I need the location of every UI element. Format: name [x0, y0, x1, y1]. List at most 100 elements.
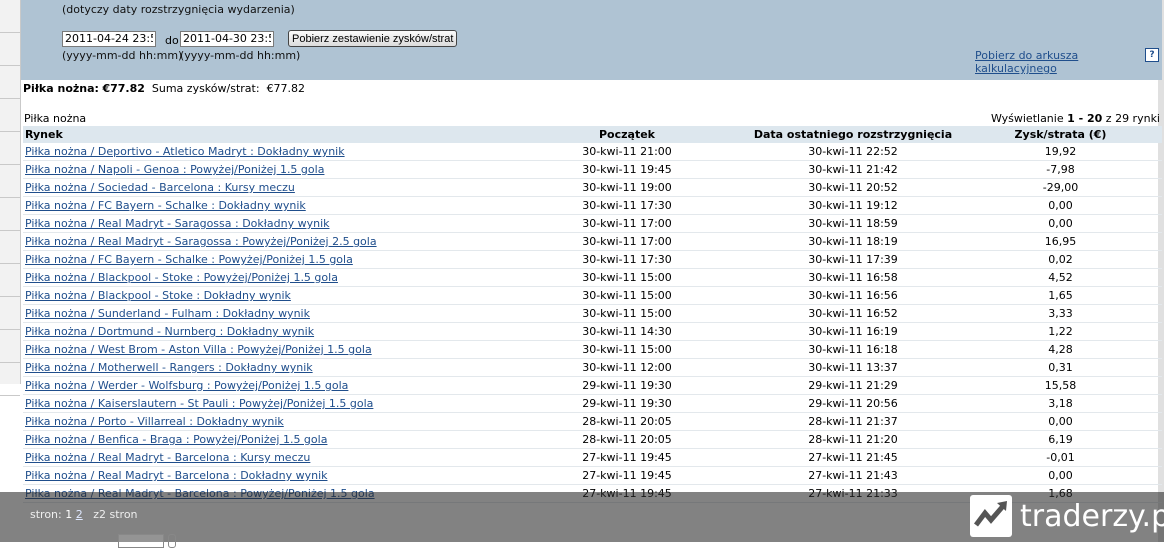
table-row: Piłka nożna / Sunderland - Fulham : Dokł…	[23, 304, 1162, 323]
profit-loss-cell: 16,95	[959, 232, 1162, 251]
table-category: Piłka nożna	[24, 112, 87, 125]
market-cell: Piłka nożna / Dortmund - Nurnberg : Dokł…	[23, 322, 507, 341]
market-link[interactable]: Piłka nożna / West Brom - Aston Villa : …	[25, 343, 372, 356]
settled-cell: 30-kwi-11 16:58	[747, 268, 959, 287]
market-cell: Piłka nożna / Werder - Wolfsburg : Powyż…	[23, 376, 507, 395]
market-cell: Piłka nożna / Benfica - Braga : Powyżej/…	[23, 430, 507, 449]
start-cell: 30-kwi-11 19:45	[507, 160, 747, 179]
table-row: Piłka nożna / Blackpool - Stoke : Dokład…	[23, 286, 1162, 305]
date-to-input[interactable]	[180, 31, 274, 47]
date-from-input[interactable]	[62, 31, 156, 47]
start-cell: 30-kwi-11 15:00	[507, 340, 747, 359]
start-cell: 30-kwi-11 15:00	[507, 304, 747, 323]
table-header-row: Rynek Początek Data ostatniego rozstrzyg…	[23, 126, 1162, 143]
profit-loss-cell: 6,19	[959, 430, 1162, 449]
results-count: Wyświetlanie 1 - 20 z 29 rynki	[991, 112, 1160, 125]
date-from-hint: (yyyy-mm-dd hh:mm)	[62, 49, 183, 62]
market-link[interactable]: Piłka nożna / FC Bayern - Schalke : Dokł…	[25, 199, 306, 212]
market-cell: Piłka nożna / Real Madryt - Saragossa : …	[23, 232, 507, 251]
table-row: Piłka nożna / Real Madryt - Barcelona : …	[23, 448, 1162, 467]
table-row: Piłka nożna / Sociedad - Barcelona : Kur…	[23, 178, 1162, 197]
market-cell: Piłka nożna / Sociedad - Barcelona : Kur…	[23, 178, 507, 197]
settled-cell: 30-kwi-11 16:52	[747, 304, 959, 323]
market-link[interactable]: Piłka nożna / Real Madryt - Saragossa : …	[25, 217, 330, 230]
market-cell: Piłka nożna / Real Madryt - Barcelona : …	[23, 448, 507, 467]
column-header-start[interactable]: Początek	[507, 126, 747, 143]
filter-note: (dotyczy daty rozstrzygnięcia wydarzenia…	[62, 3, 295, 16]
column-header-profit-loss[interactable]: Zysk/strata (€)	[959, 126, 1162, 143]
profit-loss-cell: 0,00	[959, 412, 1162, 431]
settled-cell: 30-kwi-11 17:39	[747, 250, 959, 269]
left-sidebar-strip	[0, 0, 21, 396]
profit-loss-cell: 4,28	[959, 340, 1162, 359]
settled-cell: 30-kwi-11 19:12	[747, 196, 959, 215]
profit-loss-cell: 3,18	[959, 394, 1162, 413]
market-link[interactable]: Piłka nożna / Sociedad - Barcelona : Kur…	[25, 181, 295, 194]
table-row: Piłka nożna / FC Bayern - Schalke : Dokł…	[23, 196, 1162, 215]
help-icon[interactable]: ?	[1145, 48, 1159, 62]
export-spreadsheet-link[interactable]: Pobierz do arkusza kalkulacyjnego	[975, 49, 1162, 75]
markets-table: Rynek Początek Data ostatniego rozstrzyg…	[23, 126, 1162, 503]
profit-summary: Piłka nożna: €77.82 Suma zysków/strat: €…	[23, 82, 305, 95]
sum-value: €77.82	[266, 82, 306, 95]
sum-label: Suma zysków/strat:	[151, 82, 260, 95]
market-cell: Piłka nożna / Porto - Villarreal : Dokła…	[23, 412, 507, 431]
watermark-brand: traderzy.pl	[1020, 499, 1164, 534]
market-link[interactable]: Piłka nożna / FC Bayern - Schalke : Powy…	[25, 253, 353, 266]
goto-page-button[interactable]	[168, 534, 176, 548]
market-cell: Piłka nożna / Kaiserslautern - St Pauli …	[23, 394, 507, 413]
fetch-report-button[interactable]: Pobierz zestawienie zysków/strat	[288, 30, 458, 47]
profit-loss-cell: 0,00	[959, 466, 1162, 485]
settled-cell: 29-kwi-11 20:56	[747, 394, 959, 413]
start-cell: 30-kwi-11 17:00	[507, 214, 747, 233]
date-to-hint: (yyyy-mm-dd hh:mm)	[180, 49, 301, 62]
start-cell: 27-kwi-11 19:45	[507, 448, 747, 467]
start-cell: 30-kwi-11 17:00	[507, 232, 747, 251]
column-header-market[interactable]: Rynek	[23, 126, 507, 143]
profit-loss-cell: 0,02	[959, 250, 1162, 269]
pager-label: stron:	[30, 508, 62, 521]
market-link[interactable]: Piłka nożna / Werder - Wolfsburg : Powyż…	[25, 379, 348, 392]
market-cell: Piłka nożna / Blackpool - Stoke : Powyże…	[23, 268, 507, 287]
goto-page-input[interactable]	[118, 534, 164, 548]
start-cell: 28-kwi-11 20:05	[507, 430, 747, 449]
profit-loss-cell: 0,00	[959, 214, 1162, 233]
table-row: Piłka nożna / Real Madryt - Saragossa : …	[23, 232, 1162, 251]
market-link[interactable]: Piłka nożna / Real Madryt - Barcelona : …	[25, 469, 328, 482]
table-row: Piłka nożna / Motherwell - Rangers : Dok…	[23, 358, 1162, 377]
page-link-2[interactable]: 2	[76, 508, 83, 521]
market-link[interactable]: Piłka nożna / Real Madryt - Barcelona : …	[25, 451, 310, 464]
market-link[interactable]: Piłka nożna / Benfica - Braga : Powyżej/…	[25, 433, 327, 446]
market-cell: Piłka nożna / Real Madryt - Saragossa : …	[23, 214, 507, 233]
profit-loss-cell: 3,33	[959, 304, 1162, 323]
table-row: Piłka nożna / Real Madryt - Barcelona : …	[23, 466, 1162, 485]
table-row: Piłka nożna / Blackpool - Stoke : Powyże…	[23, 268, 1162, 287]
market-link[interactable]: Piłka nożna / Dortmund - Nurnberg : Dokł…	[25, 325, 314, 338]
market-link[interactable]: Piłka nożna / Kaiserslautern - St Pauli …	[25, 397, 373, 410]
showing-suffix: z 29 rynki	[1105, 112, 1160, 125]
table-row: Piłka nożna / Porto - Villarreal : Dokła…	[23, 412, 1162, 431]
market-link[interactable]: Piłka nożna / Napoli - Genoa : Powyżej/P…	[25, 163, 324, 176]
market-cell: Piłka nożna / Deportivo - Atletico Madry…	[23, 143, 507, 161]
market-link[interactable]: Piłka nożna / Motherwell - Rangers : Dok…	[25, 361, 313, 374]
showing-prefix: Wyświetlanie	[990, 112, 1064, 125]
pagination: stron: 1 2 z2 stron	[30, 508, 138, 521]
market-link[interactable]: Piłka nożna / Real Madryt - Saragossa : …	[25, 235, 377, 248]
market-link[interactable]: Piłka nożna / Blackpool - Stoke : Powyże…	[25, 271, 338, 284]
market-link[interactable]: Piłka nożna / Deportivo - Atletico Madry…	[25, 145, 345, 158]
settled-cell: 30-kwi-11 21:42	[747, 160, 959, 179]
market-cell: Piłka nożna / Napoli - Genoa : Powyżej/P…	[23, 160, 507, 179]
start-cell: 27-kwi-11 19:45	[507, 466, 747, 485]
market-link[interactable]: Piłka nożna / Sunderland - Fulham : Dokł…	[25, 307, 310, 320]
sport-total: €77.82	[102, 82, 145, 95]
market-link[interactable]: Piłka nożna / Porto - Villarreal : Dokła…	[25, 415, 284, 428]
market-cell: Piłka nożna / FC Bayern - Schalke : Powy…	[23, 250, 507, 269]
settled-cell: 30-kwi-11 16:56	[747, 286, 959, 305]
settled-cell: 30-kwi-11 18:59	[747, 214, 959, 233]
market-link[interactable]: Piłka nożna / Blackpool - Stoke : Dokład…	[25, 289, 291, 302]
profit-loss-cell: 15,58	[959, 376, 1162, 395]
settled-cell: 27-kwi-11 21:43	[747, 466, 959, 485]
column-header-settled[interactable]: Data ostatniego rozstrzygnięcia	[747, 126, 959, 143]
profit-loss-cell: 0,31	[959, 358, 1162, 377]
settled-cell: 30-kwi-11 13:37	[747, 358, 959, 377]
